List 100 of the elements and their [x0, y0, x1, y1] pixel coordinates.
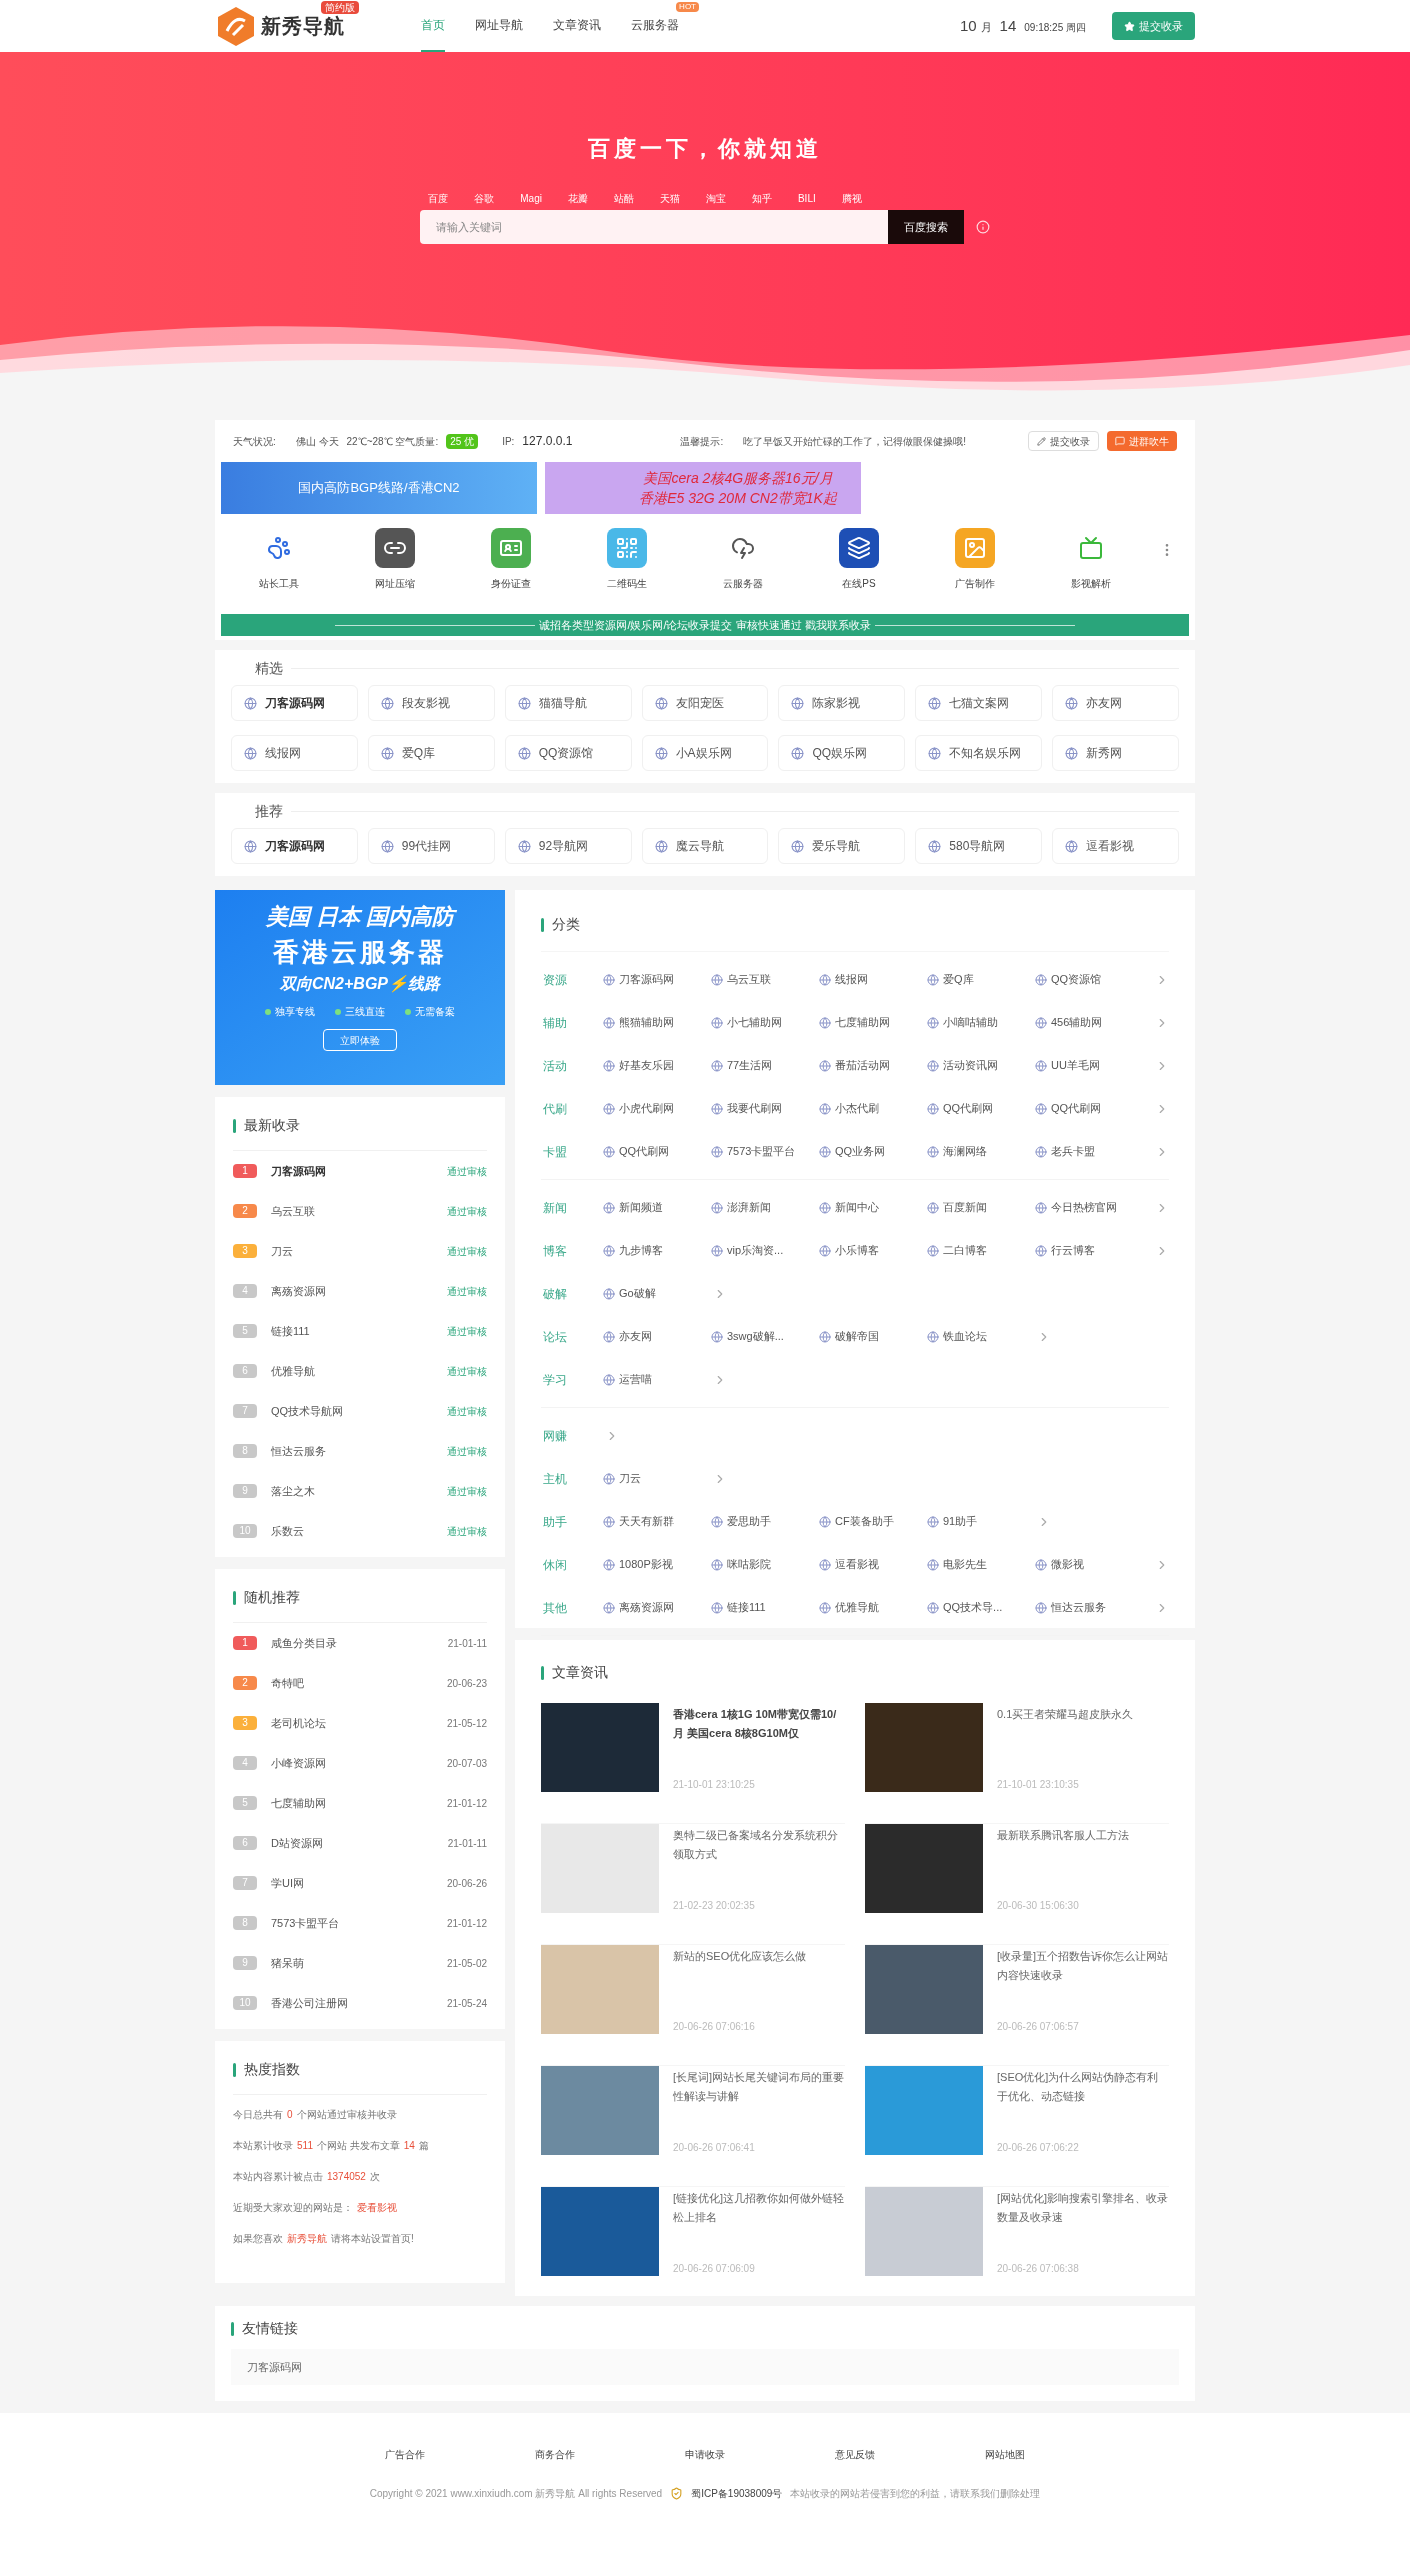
category-link[interactable]: 新闻中心: [819, 1199, 927, 1216]
footer-link[interactable]: 网站地图: [985, 2447, 1025, 2462]
category-link[interactable]: 小乐博客: [819, 1242, 927, 1259]
category-link[interactable]: 1080P影视: [603, 1556, 711, 1573]
ranking-item[interactable]: 1 刀客源码网 通过审核: [233, 1151, 487, 1191]
site-link[interactable]: 逗看影视: [1052, 828, 1179, 864]
footer-link[interactable]: 商务合作: [535, 2447, 575, 2462]
site-link[interactable]: 不知名娱乐网: [915, 735, 1043, 771]
category-link[interactable]: QQ业务网: [819, 1143, 927, 1160]
category-link[interactable]: 爱Q库: [927, 971, 1035, 988]
tool-link[interactable]: 网址压缩: [337, 528, 453, 591]
category-link[interactable]: 我要代刷网: [711, 1100, 819, 1117]
category-link[interactable]: 亦友网: [603, 1328, 711, 1345]
category-link[interactable]: 链接111: [711, 1599, 819, 1616]
article-item[interactable]: 0.1买王者荣耀马超皮肤永久 21-10-01 23:10:35: [865, 1703, 1169, 1824]
category-link[interactable]: 91助手: [927, 1513, 1035, 1530]
category-link[interactable]: 7573卡盟平台: [711, 1143, 819, 1160]
article-item[interactable]: 香港cera 1核1G 10M带宽仅需10/月 美国cera 8核8G10M仅 21-10-01 23:10:25: [541, 1703, 845, 1824]
category-link[interactable]: 优雅导航: [819, 1599, 927, 1616]
category-link[interactable]: 运营喵: [603, 1371, 711, 1388]
category-link[interactable]: 行云博客: [1035, 1242, 1143, 1259]
category-link[interactable]: 逗看影视: [819, 1556, 927, 1573]
ranking-item[interactable]: 3 刀云 通过审核: [233, 1231, 487, 1271]
site-link[interactable]: 陈家影视: [778, 685, 906, 721]
tool-link[interactable]: 广告制作: [917, 528, 1033, 591]
site-link[interactable]: QQ娱乐网: [778, 735, 906, 771]
friend-link[interactable]: 刀客源码网: [247, 2358, 302, 2376]
category-link[interactable]: 离殇资源网: [603, 1599, 711, 1616]
article-item[interactable]: 新站的SEO优化应该怎么做 20-06-26 07:06:16: [541, 1945, 845, 2066]
site-link[interactable]: 新秀网: [1052, 735, 1179, 771]
category-link[interactable]: Go破解: [603, 1285, 711, 1302]
nav-tab[interactable]: 文章资讯: [553, 0, 601, 52]
category-link[interactable]: 百度新闻: [927, 1199, 1035, 1216]
tool-link[interactable]: 身份证查: [453, 528, 569, 591]
category-link[interactable]: UU羊毛网: [1035, 1057, 1143, 1074]
ranking-item[interactable]: 2 乌云互联 通过审核: [233, 1191, 487, 1231]
site-link[interactable]: 爱Q库: [367, 735, 495, 771]
article-item[interactable]: [长尾词]网站长尾关键词布局的重要性解读与讲解 20-06-26 07:06:41: [541, 2066, 845, 2187]
site-link[interactable]: 580导航网: [915, 828, 1043, 864]
category-link[interactable]: 新闻频道: [603, 1199, 711, 1216]
site-link[interactable]: 猫猫导航: [504, 685, 632, 721]
category-link[interactable]: 微影视: [1035, 1556, 1143, 1573]
article-item[interactable]: [SEO优化]为什么网站伪静态有利于优化、动态链接 20-06-26 07:06:22: [865, 2066, 1169, 2187]
category-link[interactable]: QQ资源馆: [1035, 971, 1143, 988]
category-link[interactable]: QQ代刷网: [927, 1100, 1035, 1117]
ranking-item[interactable]: 1 咸鱼分类目录 21-01-11: [233, 1623, 487, 1663]
ranking-item[interactable]: 2 奇特吧 20-06-23: [233, 1663, 487, 1703]
promo-banner[interactable]: 美国 日本 国内高防 香港云服务器 双向CN2+BGP⚡线路 独享专线 三线直连 无需备案 立即体验: [215, 890, 505, 1085]
category-link[interactable]: 小嘀咕辅助: [927, 1014, 1035, 1031]
site-link[interactable]: 92导航网: [504, 828, 632, 864]
article-item[interactable]: 奥特二级已备案域名分发系统积分领取方式 21-02-23 20:02:35: [541, 1824, 845, 1945]
category-link[interactable]: 3swg破解...: [711, 1328, 819, 1345]
category-link[interactable]: 熊猫辅助网: [603, 1014, 711, 1031]
category-link[interactable]: 线报网: [819, 971, 927, 988]
category-link[interactable]: 456辅助网: [1035, 1014, 1143, 1031]
article-item[interactable]: [网站优化]影响搜索引擎排名、收录数量及收录速 20-06-26 07:06:38: [865, 2187, 1169, 2308]
category-link[interactable]: 天天有新群: [603, 1513, 711, 1530]
site-link[interactable]: 小A娱乐网: [641, 735, 769, 771]
tool-link[interactable]: 站长工具: [221, 528, 337, 591]
category-link[interactable]: 小虎代刷网: [603, 1100, 711, 1117]
category-link[interactable]: 刀云: [603, 1470, 711, 1487]
category-link[interactable]: QQ代刷网: [603, 1143, 711, 1160]
category-link[interactable]: 海澜网络: [927, 1143, 1035, 1160]
category-link[interactable]: 好基友乐园: [603, 1057, 711, 1074]
site-link[interactable]: 爱乐导航: [778, 828, 906, 864]
submit-site-button[interactable]: 提交收录: [1028, 431, 1099, 451]
site-link[interactable]: 99代挂网: [367, 828, 495, 864]
site-link[interactable]: QQ资源馆: [504, 735, 632, 771]
article-item[interactable]: 最新联系腾讯客服人工方法 20-06-30 15:06:30: [865, 1824, 1169, 1945]
site-link[interactable]: 七猫文案网: [915, 685, 1043, 721]
site-link[interactable]: 魔云导航: [641, 828, 769, 864]
category-link[interactable]: 二白博客: [927, 1242, 1035, 1259]
category-link[interactable]: 番茄活动网: [819, 1057, 927, 1074]
category-link[interactable]: 恒达云服务: [1035, 1599, 1143, 1616]
article-item[interactable]: [链接优化]这几招教你如何做外链轻松上排名 20-06-26 07:06:09: [541, 2187, 845, 2308]
footer-link[interactable]: 申请收录: [685, 2447, 725, 2462]
category-link[interactable]: 77生活网: [711, 1057, 819, 1074]
category-link[interactable]: vip乐淘资...: [711, 1242, 819, 1259]
tool-link[interactable]: 在线PS: [801, 528, 917, 591]
category-link[interactable]: 爱思助手: [711, 1513, 819, 1530]
tool-link[interactable]: 云服务器: [685, 528, 801, 591]
category-link[interactable]: 破解帝国: [819, 1328, 927, 1345]
category-link[interactable]: 铁血论坛: [927, 1328, 1035, 1345]
category-link[interactable]: 七度辅助网: [819, 1014, 927, 1031]
engine-tab[interactable]: 腾视: [841, 191, 862, 206]
category-link[interactable]: 刀客源码网: [603, 971, 711, 988]
category-link[interactable]: QQ技术导...: [927, 1599, 1035, 1616]
tool-link[interactable]: 二维码生: [569, 528, 685, 591]
tool-link[interactable]: 影视解析: [1033, 528, 1149, 591]
site-link[interactable]: 刀客源码网: [231, 685, 358, 721]
search-field[interactable]: 请输入关键词: [420, 210, 888, 244]
search-button[interactable]: 百度搜索: [888, 210, 964, 244]
category-link[interactable]: 乌云互联: [711, 971, 819, 988]
site-link[interactable]: 线报网: [231, 735, 358, 771]
nav-tab[interactable]: 网址导航: [475, 0, 523, 52]
category-link[interactable]: 九步博客: [603, 1242, 711, 1259]
article-item[interactable]: [收录量]五个招数告诉你怎么让网站内容快速收录 20-06-26 07:06:57: [865, 1945, 1169, 2066]
site-link[interactable]: 刀客源码网: [231, 828, 358, 864]
category-link[interactable]: CF装备助手: [819, 1513, 927, 1530]
category-link[interactable]: 小七辅助网: [711, 1014, 819, 1031]
